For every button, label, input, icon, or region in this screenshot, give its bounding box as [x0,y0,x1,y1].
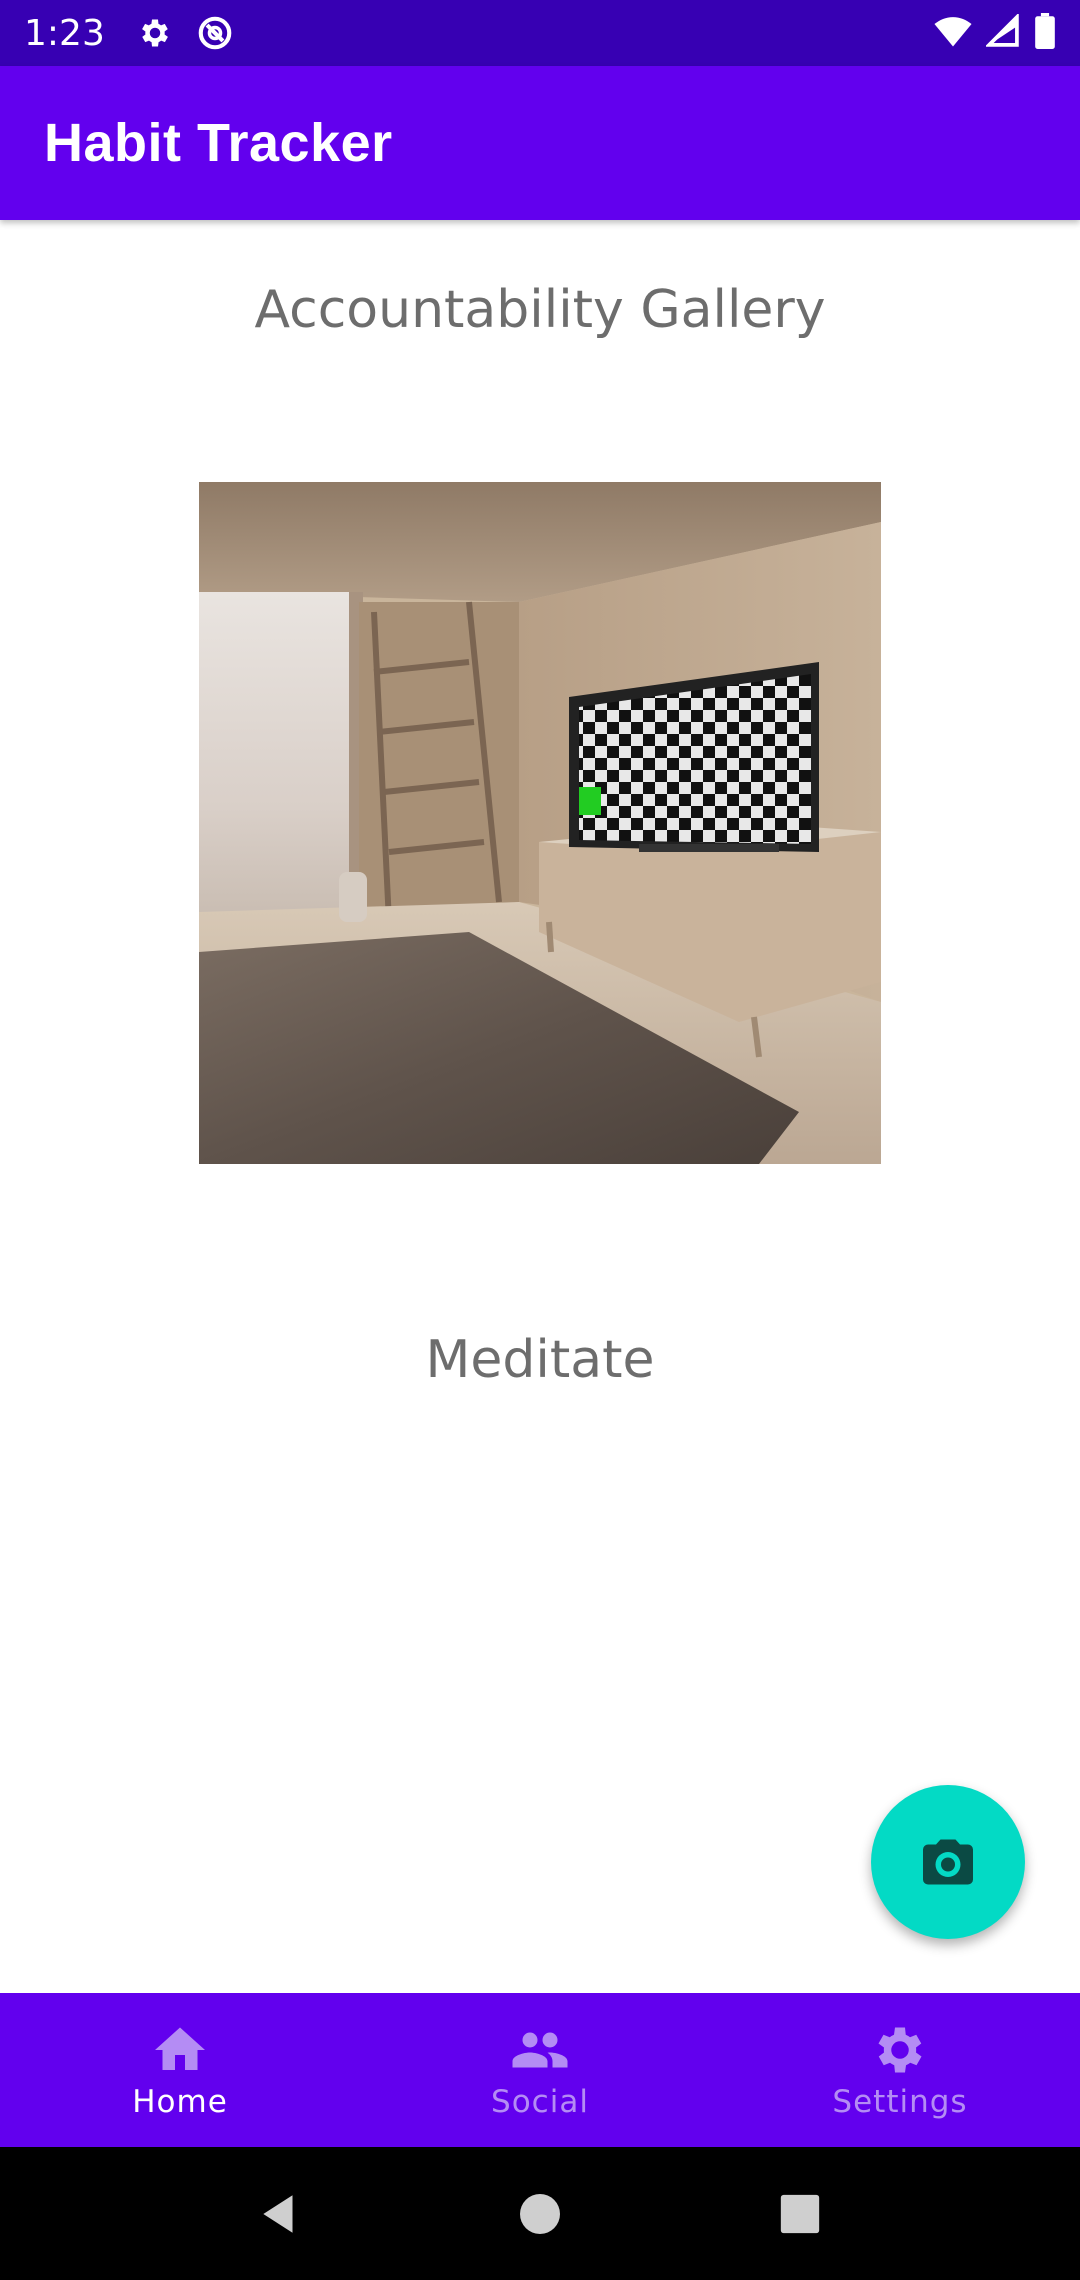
app-title: Habit Tracker [44,113,393,173]
room-photo-image [199,482,881,1164]
app-bar: Habit Tracker [0,66,1080,220]
home-icon [155,2027,205,2070]
habit-name: Meditate [425,1330,655,1390]
recents-square-icon [780,2194,820,2233]
nav-label-social: Social [491,2084,589,2120]
wifi-icon [934,14,972,53]
recents-button[interactable] [770,2184,830,2244]
status-time: 1:23 [24,12,105,54]
nav-item-home[interactable]: Home [0,1993,360,2147]
system-navigation-bar [0,2147,1080,2280]
habit-photo[interactable] [199,482,881,1164]
people-icon [512,2032,568,2068]
back-button[interactable] [250,2184,310,2244]
nav-label-home: Home [132,2084,228,2120]
do-not-disturb-icon [195,13,235,53]
back-triangle-icon [263,2194,293,2233]
nav-item-social[interactable]: Social [360,1993,720,2147]
home-circle-icon [520,2193,560,2234]
nav-item-settings[interactable]: Settings [720,1993,1080,2147]
signal-icon [984,12,1020,53]
bottom-navigation: Home Social Settings [0,1993,1080,2147]
status-bar: 1:23 [0,0,1080,66]
battery-icon [1034,12,1056,54]
nav-label-settings: Settings [832,2084,968,2120]
camera-button[interactable] [871,1785,1025,1939]
home-system-button[interactable] [510,2184,570,2244]
gear-icon [878,2027,922,2073]
camera-icon [923,1839,973,1885]
gallery-title: Accountability Gallery [254,280,826,340]
settings-icon [135,13,175,53]
